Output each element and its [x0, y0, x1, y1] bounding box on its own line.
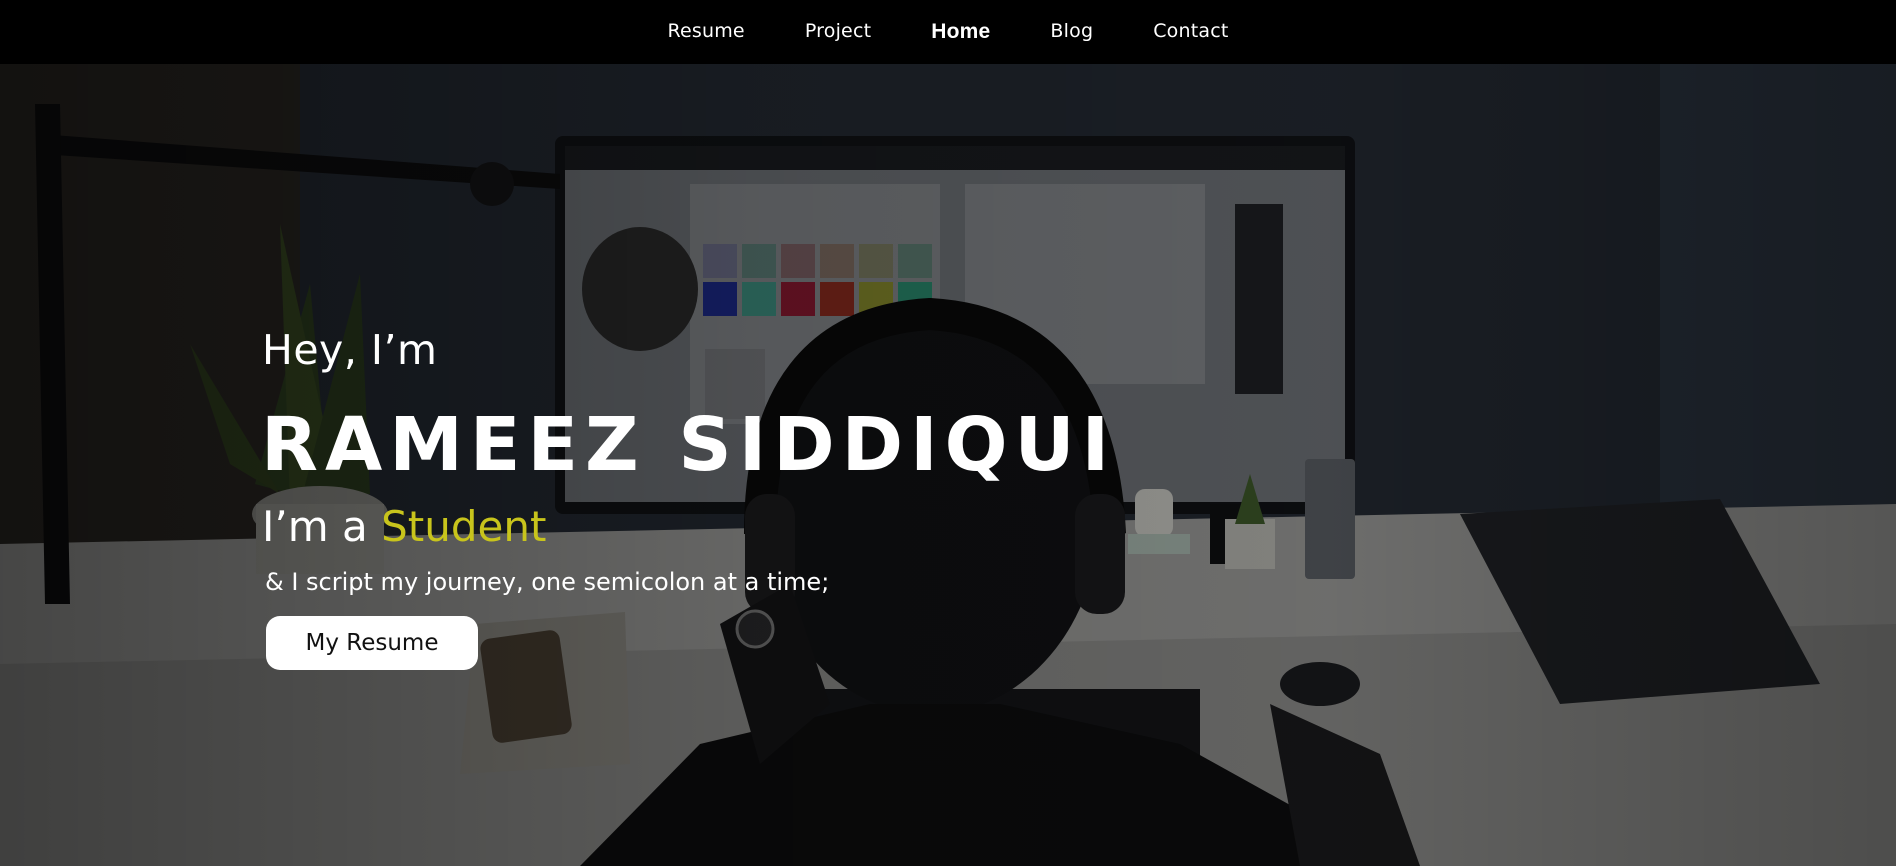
top-navigation: Resume Project Home Blog Contact	[0, 0, 1896, 64]
hero-role: I’m a Student	[262, 502, 546, 551]
nav-item-contact[interactable]: Contact	[1153, 20, 1228, 44]
hero-name: RAMEEZ SIDDIQUI	[261, 402, 1117, 488]
hero-role-prefix: I’m a	[262, 502, 382, 551]
nav-item-project[interactable]: Project	[805, 20, 871, 44]
nav-item-resume[interactable]: Resume	[667, 20, 744, 44]
my-resume-button[interactable]: My Resume	[266, 616, 478, 670]
hero-role-highlight: Student	[381, 502, 547, 551]
nav-list: Resume Project Home Blog Contact	[637, 20, 1258, 44]
nav-item-home[interactable]: Home	[931, 20, 990, 44]
nav-item-blog[interactable]: Blog	[1050, 20, 1093, 44]
page: Resume Project Home Blog Contact Hey, I’…	[0, 0, 1896, 866]
hero-tagline: & I script my journey, one semicolon at …	[265, 568, 830, 596]
hero-greeting: Hey, I’m	[262, 326, 438, 374]
